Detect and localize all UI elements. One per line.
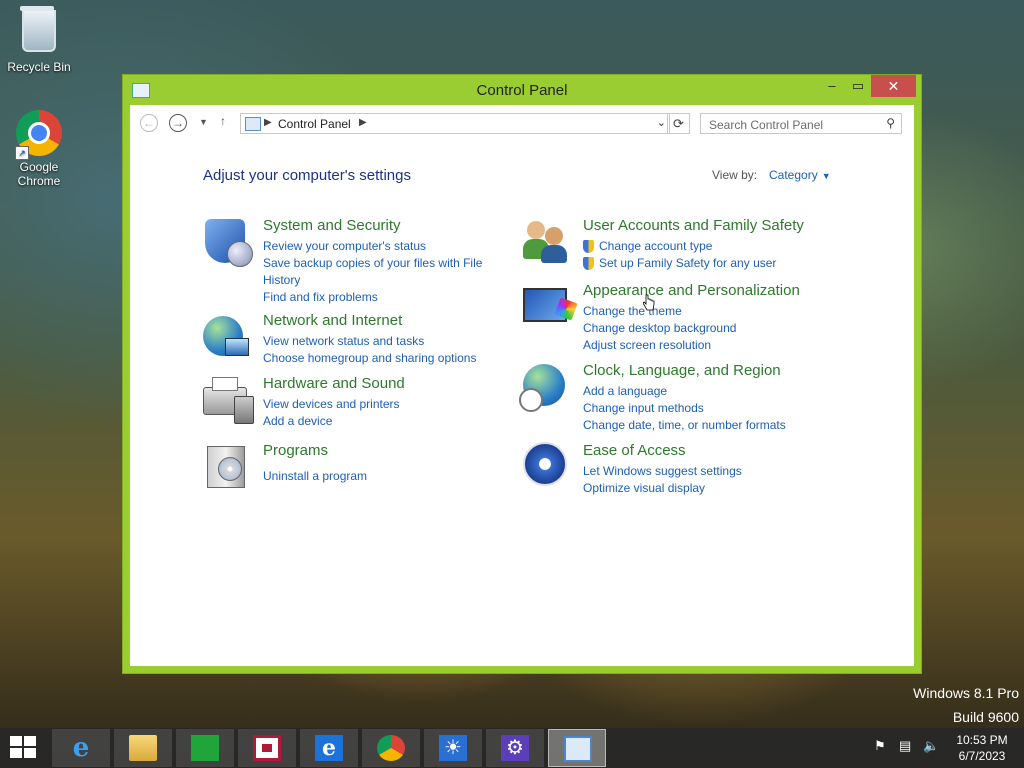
control-panel-icon (245, 117, 261, 131)
control-panel-icon (564, 736, 592, 762)
chevron-down-icon: ▼ (821, 171, 831, 181)
category-link[interactable]: Add a device (263, 413, 503, 430)
breadcrumb-chevron-icon[interactable]: ▶ (264, 117, 272, 128)
category-link[interactable]: Let Windows suggest settings (583, 463, 823, 480)
windows-edition-text: Windows 8.1 Pro (913, 685, 1019, 701)
windows-build-text: Build 9600 (952, 709, 1019, 725)
category-link[interactable]: Change the theme (583, 303, 823, 320)
category-link[interactable]: Change account type (583, 238, 823, 255)
minimize-button[interactable]: – (819, 75, 845, 97)
desktop-icon-label-line1: Google (19, 160, 59, 174)
shield-icon[interactable] (203, 217, 253, 267)
network-icon[interactable]: ▤ (899, 738, 911, 754)
category-link[interactable]: Change date, time, or number formats (583, 417, 823, 434)
category-title[interactable]: Programs (263, 442, 328, 459)
category-title[interactable]: Network and Internet (263, 312, 402, 329)
desktop-icon-label-line2: Chrome (17, 174, 61, 188)
taskbar-internet-explorer-2[interactable]: e (300, 729, 358, 767)
taskbar-internet-explorer[interactable]: e (52, 729, 110, 767)
category-title[interactable]: User Accounts and Family Safety (583, 217, 804, 234)
sun-icon: ☀ (439, 735, 467, 761)
taskbar-file-explorer[interactable] (114, 729, 172, 767)
category-title[interactable]: Clock, Language, and Region (583, 362, 781, 379)
breadcrumb-control-panel[interactable]: Control Panel (278, 117, 351, 131)
flag-icon[interactable]: ⚑ (874, 738, 886, 754)
printer-icon[interactable] (203, 375, 254, 424)
taskbar-chrome[interactable] (362, 729, 420, 767)
category-link[interactable]: Optimize visual display (583, 480, 823, 497)
taskbar-control-panel[interactable] (548, 729, 606, 767)
maximize-button[interactable]: ▭ (845, 75, 871, 97)
close-button[interactable]: ✕ (871, 75, 916, 97)
gear-icon: ⚙ (501, 735, 529, 761)
chrome-icon: ↗ (15, 110, 63, 160)
clock-date: 6/7/2023 (958, 749, 1006, 763)
desktop-icon-label: Recycle Bin (7, 60, 71, 74)
internet-explorer-icon: e (72, 733, 90, 763)
news-icon (253, 735, 281, 761)
clock-globe-icon[interactable] (519, 362, 571, 412)
address-bar[interactable]: ▶ Control Panel ▶ ⌄ (240, 113, 670, 134)
search-box[interactable]: ⚲ (700, 113, 902, 135)
network-icon[interactable] (203, 312, 251, 360)
breadcrumb-chevron-icon[interactable]: ▶ (359, 117, 367, 128)
category-title[interactable]: Hardware and Sound (263, 375, 405, 392)
desktop-icon-recycle-bin[interactable]: Recycle Bin (0, 6, 78, 74)
search-icon[interactable]: ⚲ (886, 116, 895, 130)
folder-icon (129, 735, 157, 761)
view-by-label: View by: (712, 168, 758, 182)
navigation-bar: ← → ▼ ↑ ▶ Control Panel ▶ ⌄ ⟳ ⚲ (130, 105, 914, 143)
volume-muted-icon[interactable]: 🔈 (923, 738, 939, 754)
category-link[interactable]: Change desktop background (583, 320, 823, 337)
users-icon[interactable] (523, 217, 571, 265)
forward-arrow-icon[interactable]: → (169, 114, 187, 132)
recent-locations-chevron-icon[interactable]: ▼ (199, 117, 208, 127)
taskbar-settings[interactable]: ⚙ (486, 729, 544, 767)
back-arrow-icon[interactable]: ← (140, 114, 158, 132)
title-bar[interactable]: Control Panel – ▭ ✕ (123, 75, 921, 105)
refresh-button[interactable]: ⟳ (667, 113, 690, 134)
taskbar-weather[interactable]: ☀ (424, 729, 482, 767)
control-panel-window: Control Panel – ▭ ✕ ← → ▼ ↑ ▶ Control Pa… (122, 74, 922, 674)
category-title[interactable]: Ease of Access (583, 442, 686, 459)
hand-cursor-icon (643, 294, 655, 311)
chrome-icon (377, 735, 405, 761)
desktop-icon-google-chrome[interactable]: ↗ Google Chrome (0, 110, 78, 188)
category-title[interactable]: System and Security (263, 217, 401, 234)
category-link[interactable]: Choose homegroup and sharing options (263, 350, 503, 367)
category-link[interactable]: Change input methods (583, 400, 823, 417)
system-clock[interactable]: 10:53 PM 6/7/2023 (952, 732, 1012, 764)
taskbar: e e ☀ ⚙ ⚑ ▤ 🔈 10:53 PM 6/7/2023 (0, 728, 1024, 768)
taskbar-news[interactable] (238, 729, 296, 767)
category-title[interactable]: Appearance and Personalization (583, 282, 800, 299)
appearance-icon[interactable] (523, 282, 571, 330)
category-link[interactable]: View devices and printers (263, 396, 503, 413)
address-dropdown-icon[interactable]: ⌄ (657, 116, 666, 129)
page-title: Adjust your computer's settings (203, 167, 411, 184)
taskbar-store[interactable] (176, 729, 234, 767)
category-link[interactable]: Uninstall a program (263, 468, 503, 485)
store-icon (191, 735, 219, 761)
search-input[interactable] (701, 114, 881, 135)
category-link[interactable]: Set up Family Safety for any user (583, 255, 823, 272)
view-by-dropdown[interactable]: Category ▼ (769, 168, 831, 182)
view-by-value: Category (769, 168, 818, 182)
window-title: Control Panel (476, 82, 568, 99)
category-link[interactable]: Save backup copies of your files with Fi… (263, 255, 503, 289)
recycle-bin-icon (15, 6, 63, 58)
clock-time: 10:53 PM (956, 733, 1008, 747)
category-link[interactable]: View network status and tasks (263, 333, 503, 350)
start-button[interactable] (10, 736, 38, 760)
category-link[interactable]: Adjust screen resolution (583, 337, 823, 354)
internet-explorer-icon: e (315, 735, 343, 761)
window-content: ← → ▼ ↑ ▶ Control Panel ▶ ⌄ ⟳ ⚲ Adjust y… (130, 105, 914, 666)
ease-of-access-icon[interactable] (523, 442, 571, 490)
programs-icon[interactable] (203, 442, 251, 490)
category-link[interactable]: Add a language (583, 383, 823, 400)
category-link[interactable]: Find and fix problems (263, 289, 503, 306)
up-arrow-icon[interactable]: ↑ (220, 114, 226, 128)
category-link[interactable]: Review your computer's status (263, 238, 503, 255)
